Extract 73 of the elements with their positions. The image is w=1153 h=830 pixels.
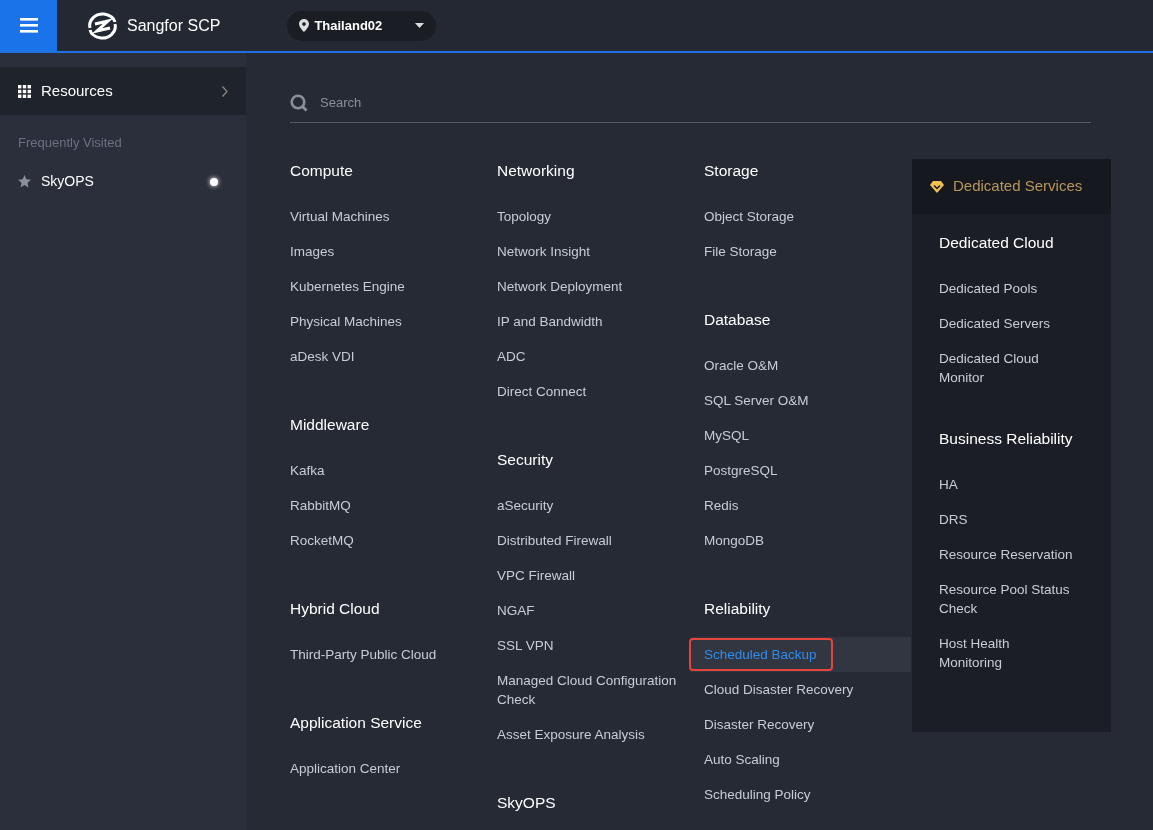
- menu-link[interactable]: Scheduled Backup: [690, 637, 911, 672]
- menu-link[interactable]: aSecurity: [497, 488, 690, 523]
- menu-link[interactable]: Kafka: [290, 453, 483, 488]
- menu-link[interactable]: RocketMQ: [290, 523, 483, 558]
- menu-link[interactable]: Redis: [704, 488, 897, 523]
- menu-link[interactable]: Resource Reservation: [939, 537, 1083, 572]
- group-heading: Networking: [497, 161, 576, 181]
- menu-link[interactable]: Object Storage: [704, 199, 897, 234]
- sidebar-item[interactable]: Resources: [0, 67, 246, 115]
- menu-link[interactable]: Images: [290, 234, 483, 269]
- menu-link[interactable]: Kubernetes Engine: [290, 269, 483, 304]
- menu-link[interactable]: MongoDB: [704, 523, 897, 558]
- menu-link[interactable]: Dedicated Pools: [939, 271, 1083, 306]
- menu-link[interactable]: Application Center: [290, 751, 483, 786]
- grid-icon: [18, 84, 31, 98]
- menu-link[interactable]: Dedicated Cloud Monitor: [939, 341, 1083, 395]
- menu-link[interactable]: Auto Scaling: [704, 742, 897, 777]
- menu-link[interactable]: IP and Bandwidth: [497, 304, 690, 339]
- group-heading: Reliability: [704, 599, 772, 619]
- menu-link[interactable]: RabbitMQ: [290, 488, 483, 523]
- menu-link[interactable]: Managed Cloud Configuration Check: [497, 663, 690, 717]
- menu-link[interactable]: aDesk VDI: [290, 339, 483, 374]
- menu-link[interactable]: Distributed Firewall: [497, 523, 690, 558]
- favorite-item[interactable]: SkyOPS: [0, 162, 246, 201]
- menu-link[interactable]: Cloud Disaster Recovery: [704, 672, 897, 707]
- panel-header: Dedicated Services: [912, 159, 1111, 214]
- star-icon: [18, 175, 31, 188]
- group-heading: Compute: [290, 161, 354, 181]
- region-selector[interactable]: Thailand02: [287, 10, 437, 41]
- caret-icon: [415, 23, 425, 28]
- menu-button[interactable]: [0, 0, 57, 51]
- search-field[interactable]: Search: [318, 91, 1091, 114]
- menu-link[interactable]: Third-Party Public Cloud: [290, 637, 483, 672]
- menu-link[interactable]: Resource Pool Status Check: [939, 572, 1083, 626]
- group-heading: Storage: [704, 161, 760, 181]
- group-heading: Security: [497, 450, 554, 470]
- menu-icon: [19, 18, 38, 33]
- logo-icon: [86, 11, 119, 40]
- menu-link[interactable]: Virtual Machines: [290, 199, 483, 234]
- location-pin-icon: [299, 19, 310, 32]
- menu-link[interactable]: Direct Connect: [497, 374, 690, 409]
- group-heading: Database: [704, 310, 772, 330]
- app-title: Sangfor SCP: [127, 15, 221, 36]
- group-heading: Hybrid Cloud: [290, 599, 381, 619]
- menu-link[interactable]: File Storage: [704, 234, 897, 269]
- menu-link[interactable]: NGAF: [497, 593, 690, 628]
- menu-link[interactable]: Topology: [497, 199, 690, 234]
- menu-link[interactable]: MySQL: [704, 418, 897, 453]
- menu-link[interactable]: DRS: [939, 502, 1083, 537]
- menu-link[interactable]: Network Insight: [497, 234, 690, 269]
- group-heading: Business Reliability: [939, 429, 1074, 449]
- search-icon: [290, 93, 308, 112]
- menu-link[interactable]: SQL Server O&M: [704, 383, 897, 418]
- menu-link[interactable]: Disaster Recovery: [704, 707, 897, 742]
- group-heading: Middleware: [290, 415, 371, 435]
- menu-link[interactable]: Physical Machines: [290, 304, 483, 339]
- menu-link[interactable]: Scheduling Policy: [704, 777, 897, 812]
- group-heading: SkyOPS: [497, 793, 557, 813]
- menu-link[interactable]: PostgreSQL: [704, 453, 897, 488]
- menu-link[interactable]: ADC: [497, 339, 690, 374]
- menu-link[interactable]: Dedicated Servers: [939, 306, 1083, 341]
- group-heading: Application Service: [290, 713, 423, 733]
- menu-link[interactable]: VPC Firewall: [497, 558, 690, 593]
- group-heading: Dedicated Cloud: [939, 233, 1055, 253]
- menu-link[interactable]: SSL VPN: [497, 628, 690, 663]
- menu-link[interactable]: HA: [939, 467, 1083, 502]
- menu-link[interactable]: Oracle O&M: [704, 348, 897, 383]
- menu-link[interactable]: Host Health Monitoring: [939, 626, 1083, 680]
- diamond-icon: [930, 180, 944, 193]
- chevron-right-icon: [222, 85, 228, 97]
- menu-link[interactable]: Network Deployment: [497, 269, 690, 304]
- section-label: Frequently Visited: [17, 134, 123, 152]
- menu-link[interactable]: Asset Exposure Analysis: [497, 717, 690, 752]
